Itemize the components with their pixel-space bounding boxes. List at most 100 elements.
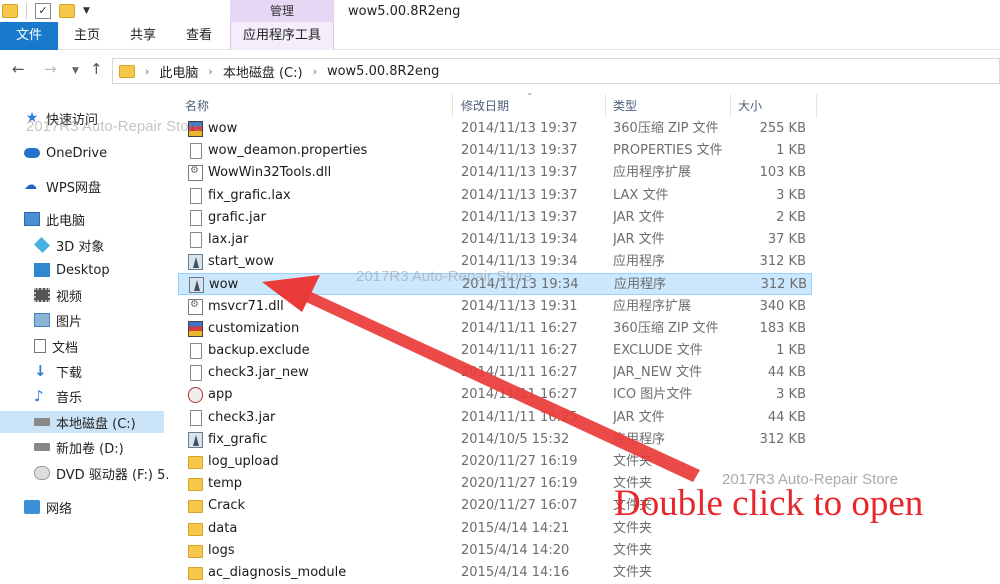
file-date: 2014/11/11 16:25	[461, 409, 578, 425]
file-row[interactable]: backup.exclude 2014/11/11 16:27 EXCLUDE 文件…	[178, 340, 812, 362]
file-name: grafic.jar	[208, 209, 266, 225]
cloud-icon	[24, 148, 40, 158]
column-header-date[interactable]: 修改日期	[454, 94, 606, 118]
file-name: fix_grafic.lax	[208, 187, 291, 203]
chevron-right-icon[interactable]: ›	[313, 65, 317, 78]
sidebar-item-desktop[interactable]: Desktop	[34, 259, 202, 281]
video-icon	[34, 288, 50, 302]
file-row[interactable]: WowWin32Tools.dll 2014/11/13 19:37 应用程序扩展 1…	[178, 162, 812, 184]
file-date: 2014/11/13 19:37	[461, 165, 578, 181]
tab-application-tools[interactable]: 应用程序工具	[230, 22, 334, 50]
sidebar-item-pictures[interactable]: 图片	[34, 309, 202, 331]
file-type: 应用程序扩展	[613, 298, 692, 314]
breadcrumb-local-disk[interactable]: 本地磁盘 (C:)	[223, 62, 303, 81]
forward-arrow-icon[interactable]: →	[44, 60, 57, 78]
chevron-down-icon[interactable]: ▼	[83, 6, 90, 16]
file-size: 1 KB	[776, 143, 806, 159]
file-row[interactable]: ac_diagnosis_module 2015/4/14 14:16 文件夹	[178, 562, 812, 584]
breadcrumb-this-pc[interactable]: 此电脑	[159, 62, 198, 81]
sidebar-item-dvd-drive-f[interactable]: DVD 驱动器 (F:) 5.0	[34, 462, 168, 484]
chevron-right-icon[interactable]: ›	[145, 65, 149, 78]
file-row[interactable]: wow 2014/11/13 19:37 360压缩 ZIP 文件 255 KB	[178, 118, 812, 140]
annotation-text: Double click to open	[614, 483, 924, 524]
sidebar-item-downloads[interactable]: ↓ 下载	[34, 360, 202, 382]
back-arrow-icon[interactable]: ←	[12, 60, 25, 78]
column-header-size[interactable]: 大小	[731, 94, 817, 118]
file-type: JAR_NEW 文件	[613, 365, 702, 381]
file-type: 应用程序扩展	[613, 165, 692, 181]
file-name: app	[208, 387, 233, 403]
sidebar-item-label: 下载	[56, 365, 83, 381]
sidebar-item-videos[interactable]: 视频	[34, 284, 202, 306]
file-date: 2020/11/27 16:19	[461, 454, 578, 469]
sidebar-item-3d-objects[interactable]: 3D 对象	[34, 234, 202, 256]
file-size: 44 KB	[767, 409, 806, 425]
file-row[interactable]: fix_grafic 2014/10/5 15:32 应用程序 312 KB	[178, 429, 812, 451]
file-date: 2014/11/13 19:31	[461, 298, 578, 314]
file-row[interactable]: fix_grafic.lax 2014/11/13 19:37 LAX 文件 3 KB	[178, 185, 812, 207]
desktop-icon	[34, 263, 50, 277]
sidebar-item-this-pc[interactable]: 此电脑	[24, 208, 192, 230]
computer-icon	[24, 212, 40, 226]
sidebar-item-label: 文档	[52, 340, 79, 356]
file-row[interactable]: app 2014/11/11 16:27 ICO 图片文件 3 KB	[178, 384, 812, 406]
folder-icon	[188, 544, 203, 558]
file-icon	[190, 143, 202, 160]
file-date: 2014/11/13 19:37	[461, 143, 578, 159]
file-date: 2015/4/14 14:16	[461, 565, 570, 580]
tab-view[interactable]: 查看	[176, 22, 222, 50]
file-row[interactable]: msvcr71.dll 2014/11/13 19:31 应用程序扩展 340 KB	[178, 296, 812, 318]
file-row[interactable]: check3.jar_new 2014/11/11 16:27 JAR_NEW 文件…	[178, 362, 812, 384]
properties-check-icon[interactable]: ✓	[35, 3, 51, 19]
file-icon	[190, 343, 202, 359]
new-folder-icon[interactable]	[59, 4, 75, 18]
sidebar-item-local-disk-c[interactable]: 本地磁盘 (C:)	[0, 411, 164, 433]
file-size: 103 KB	[759, 165, 806, 181]
manage-context-tab[interactable]: 管理	[230, 0, 334, 22]
address-bar[interactable]: › 此电脑 › 本地磁盘 (C:) › wow5.00.8R2eng	[112, 58, 1000, 84]
sidebar-item-onedrive[interactable]: OneDrive	[24, 142, 192, 164]
breadcrumb-current-folder[interactable]: wow5.00.8R2eng	[327, 64, 439, 79]
column-header-type[interactable]: 类型	[606, 94, 731, 118]
file-name: customization	[208, 320, 300, 336]
dll-icon	[188, 298, 203, 315]
drive-icon	[34, 443, 50, 451]
app-icon	[188, 431, 203, 448]
tab-home[interactable]: 主页	[64, 22, 110, 50]
up-arrow-icon[interactable]: ↑	[90, 60, 103, 78]
sidebar-item-documents[interactable]: 文档	[34, 335, 202, 357]
file-row[interactable]: log_upload 2020/11/27 16:19 文件夹	[178, 451, 812, 473]
file-size: 3 KB	[776, 387, 806, 403]
file-type: ICO 图片文件	[613, 387, 693, 403]
file-name: temp	[208, 476, 243, 492]
dvd-icon	[34, 466, 50, 480]
drive-icon	[34, 418, 50, 426]
file-row[interactable]: check3.jar 2014/11/11 16:25 JAR 文件 44 KB	[178, 407, 812, 429]
file-type: 文件夹	[613, 542, 653, 558]
music-icon: ♪	[34, 387, 44, 405]
sidebar-item-label: 网络	[46, 501, 73, 517]
tab-share[interactable]: 共享	[120, 22, 166, 50]
tab-file[interactable]: 文件	[0, 22, 58, 50]
file-size: 312 KB	[759, 254, 806, 270]
sidebar-item-wps-cloud[interactable]: ☁ WPS网盘	[24, 175, 192, 197]
sidebar-item-label: 视频	[56, 289, 83, 305]
file-row[interactable]: grafic.jar 2014/11/13 19:37 JAR 文件 2 KB	[178, 207, 812, 229]
sidebar-item-new-volume-d[interactable]: 新加卷 (D:)	[34, 436, 202, 458]
file-icon	[190, 187, 202, 204]
file-row[interactable]: customization 2014/11/11 16:27 360压缩 ZIP 文…	[178, 318, 812, 340]
sidebar-item-network[interactable]: 网络	[24, 496, 192, 518]
sidebar-item-label: 音乐	[56, 390, 83, 406]
file-icon	[190, 409, 202, 426]
sidebar-item-music[interactable]: ♪ 音乐	[34, 385, 202, 407]
recent-locations-chevron-icon[interactable]: ▼	[72, 66, 79, 76]
chevron-right-icon[interactable]: ›	[208, 65, 212, 78]
quick-access-toolbar: ✓ ▼	[2, 3, 90, 19]
folder-icon[interactable]	[2, 4, 18, 18]
column-header-name[interactable]: 名称	[178, 94, 453, 118]
file-name: lax.jar	[208, 232, 249, 247]
file-name: data	[208, 520, 238, 536]
file-row[interactable]: logs 2015/4/14 14:20 文件夹	[178, 540, 812, 562]
file-row[interactable]: lax.jar 2014/11/13 19:34 JAR 文件 37 KB	[178, 229, 812, 251]
file-row[interactable]: wow_deamon.properties 2014/11/13 19:37 PRO…	[178, 140, 812, 162]
